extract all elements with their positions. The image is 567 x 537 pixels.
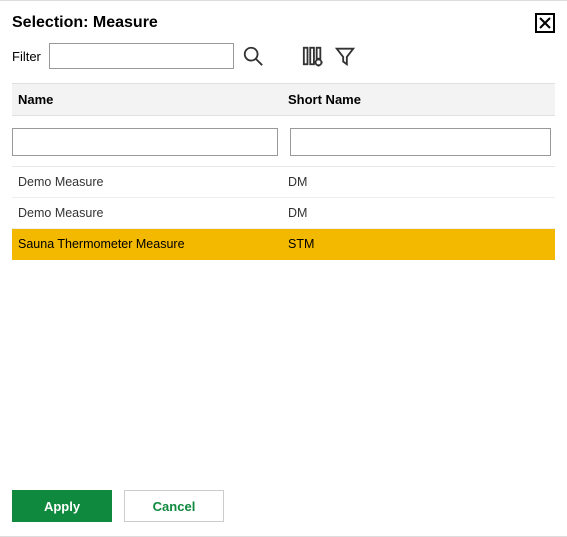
dialog-footer: Apply Cancel <box>12 484 555 522</box>
column-header-short-name[interactable]: Short Name <box>282 84 555 115</box>
close-button[interactable] <box>535 13 555 33</box>
table-row[interactable]: Demo MeasureDM <box>12 167 555 198</box>
cell-name: Demo Measure <box>12 167 282 197</box>
cell-short-name: STM <box>282 229 555 259</box>
column-header-name[interactable]: Name <box>12 84 282 115</box>
funnel-icon <box>334 45 356 67</box>
cell-short-name: DM <box>282 198 555 228</box>
search-icon <box>242 45 264 67</box>
table-row[interactable]: Demo MeasureDM <box>12 198 555 229</box>
filter-input[interactable] <box>49 43 234 69</box>
column-filter-name[interactable] <box>12 128 278 156</box>
results-table: Name Short Name Demo MeasureDMDemo Measu… <box>12 83 555 260</box>
search-button[interactable] <box>240 43 266 69</box>
column-filter-row <box>12 116 555 167</box>
filter-row: Filter <box>12 43 555 69</box>
dialog-title: Selection: Measure <box>12 14 158 32</box>
apply-button[interactable]: Apply <box>12 490 112 522</box>
cell-name: Demo Measure <box>12 198 282 228</box>
cell-name: Sauna Thermometer Measure <box>12 229 282 259</box>
column-filter-short-name[interactable] <box>290 128 551 156</box>
columns-settings-button[interactable] <box>300 43 326 69</box>
columns-gear-icon <box>302 45 324 67</box>
selection-dialog: Selection: Measure Filter <box>0 0 567 537</box>
table-header: Name Short Name <box>12 83 555 116</box>
close-icon <box>539 17 551 29</box>
filter-label: Filter <box>12 49 41 64</box>
table-body: Demo MeasureDMDemo MeasureDMSauna Thermo… <box>12 167 555 260</box>
filter-button[interactable] <box>332 43 358 69</box>
table-row[interactable]: Sauna Thermometer MeasureSTM <box>12 229 555 260</box>
cell-short-name: DM <box>282 167 555 197</box>
cancel-button[interactable]: Cancel <box>124 490 224 522</box>
dialog-header: Selection: Measure <box>12 13 555 33</box>
